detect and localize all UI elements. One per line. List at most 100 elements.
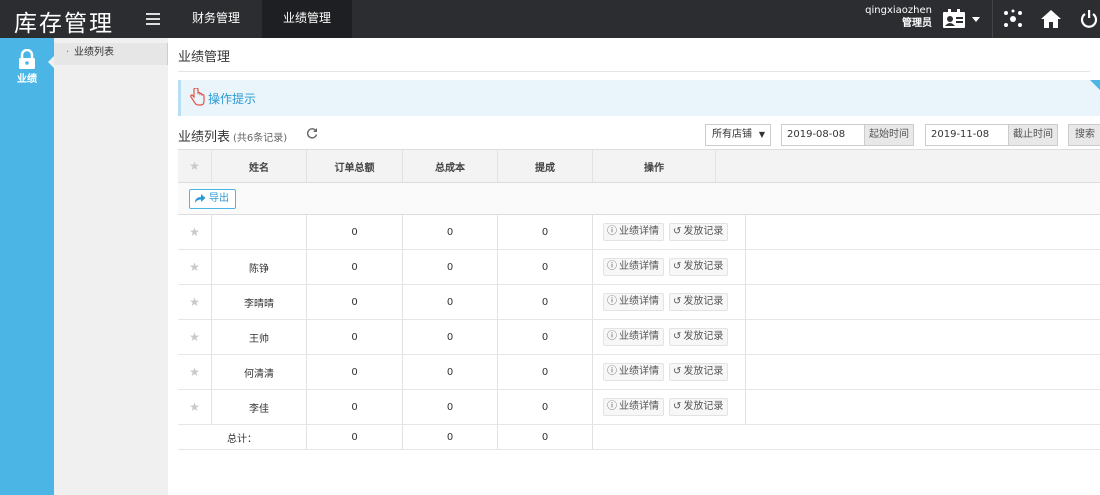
cell-orders: 0 xyxy=(307,250,403,284)
tab-finance[interactable]: 财务管理 xyxy=(172,0,260,38)
sidebar-item-label: 业绩 xyxy=(17,74,37,85)
subnav-item-performance-list[interactable]: · 业绩列表 xyxy=(54,43,168,65)
record-button[interactable]: ↺ 发放记录 xyxy=(669,328,729,346)
home-icon[interactable] xyxy=(1038,0,1064,38)
top-bar: 库存管理 财务管理 业绩管理 qingxiaozhen 管理员 xyxy=(0,0,1100,38)
star-icon[interactable]: ★ xyxy=(178,320,212,354)
sub-nav: · 业绩列表 xyxy=(54,38,168,495)
info-icon: ⓘ xyxy=(607,331,617,342)
info-icon: ⓘ xyxy=(607,226,617,237)
table-row: ★ 李晴晴 0 0 0 ⓘ 业绩详情 ↺ 发放记录 xyxy=(178,285,1100,320)
power-icon[interactable] xyxy=(1076,0,1100,38)
bullet-icon: · xyxy=(66,47,70,58)
detail-button[interactable]: ⓘ 业绩详情 xyxy=(603,363,664,381)
tip-title: 操作提示 xyxy=(208,92,257,106)
main-content: 业绩管理 操作提示 业绩列表 (共6条记录) 所有店铺 ▼ 2019-08-08 … xyxy=(168,38,1100,495)
subnav-item-label: 业绩列表 xyxy=(74,47,114,58)
search-button[interactable]: 搜索 xyxy=(1068,124,1100,146)
table-row: ★ 0 0 0 ⓘ 业绩详情 ↺ 发放记录 xyxy=(178,215,1100,250)
header-commission: 提成 xyxy=(498,150,593,182)
cell-actions: ⓘ 业绩详情 ↺ 发放记录 xyxy=(593,215,746,249)
star-icon[interactable]: ★ xyxy=(178,390,212,424)
record-button[interactable]: ↺ 发放记录 xyxy=(669,398,729,416)
record-button[interactable]: ↺ 发放记录 xyxy=(669,223,729,241)
end-date-input[interactable]: 2019-11-08 xyxy=(925,124,1009,146)
history-icon: ↺ xyxy=(673,226,682,237)
detail-button[interactable]: ⓘ 业绩详情 xyxy=(603,293,664,311)
start-date-label: 起始时间 xyxy=(864,124,914,146)
cell-name: 李晴晴 xyxy=(212,285,307,319)
history-icon: ↺ xyxy=(673,331,682,342)
menu-toggle-icon[interactable] xyxy=(146,13,160,25)
cell-name: 李佳 xyxy=(212,390,307,424)
user-name: qingxiaozhen xyxy=(865,5,932,16)
tip-panel[interactable]: 操作提示 xyxy=(178,80,1100,116)
info-icon: ⓘ xyxy=(607,296,617,307)
cell-commission: 0 xyxy=(498,355,593,389)
star-header-icon[interactable]: ★ xyxy=(178,150,212,182)
record-label: 发放记录 xyxy=(683,261,724,272)
history-icon: ↺ xyxy=(673,366,682,377)
cell-cost: 0 xyxy=(403,390,498,424)
cell-commission: 0 xyxy=(498,390,593,424)
sidebar-item-performance[interactable]: 业绩 xyxy=(0,38,54,86)
info-icon: ⓘ xyxy=(607,261,617,272)
table-row: ★ 王帅 0 0 0 ⓘ 业绩详情 ↺ 发放记录 xyxy=(178,320,1100,355)
network-icon[interactable] xyxy=(1000,0,1026,38)
total-cost: 0 xyxy=(403,425,498,449)
id-card-icon[interactable] xyxy=(940,0,968,38)
record-button[interactable]: ↺ 发放记录 xyxy=(669,293,729,311)
tab-performance[interactable]: 业绩管理 xyxy=(262,0,352,38)
sidebar: 业绩 xyxy=(0,38,54,495)
history-icon: ↺ xyxy=(673,401,682,412)
total-commission: 0 xyxy=(498,425,593,449)
header-actions: 操作 xyxy=(593,150,716,182)
star-icon[interactable]: ★ xyxy=(178,250,212,284)
record-label: 发放记录 xyxy=(683,366,724,377)
collapse-corner[interactable] xyxy=(1090,80,1100,90)
table-row: ★ 李佳 0 0 0 ⓘ 业绩详情 ↺ 发放记录 xyxy=(178,390,1100,425)
header-cost: 总成本 xyxy=(403,150,498,182)
divider xyxy=(178,71,1090,72)
detail-button[interactable]: ⓘ 业绩详情 xyxy=(603,398,664,416)
record-label: 发放记录 xyxy=(683,226,724,237)
star-icon[interactable]: ★ xyxy=(178,215,212,249)
export-label: 导出 xyxy=(209,193,229,204)
list-title-text: 业绩列表 xyxy=(178,130,231,145)
detail-label: 业绩详情 xyxy=(619,331,659,342)
header-orders: 订单总额 xyxy=(307,150,403,182)
store-select[interactable]: 所有店铺 ▼ xyxy=(705,124,771,146)
cell-name xyxy=(212,215,307,249)
detail-button[interactable]: ⓘ 业绩详情 xyxy=(603,328,664,346)
cell-name: 王帅 xyxy=(212,320,307,354)
cell-orders: 0 xyxy=(307,320,403,354)
info-icon: ⓘ xyxy=(607,401,617,412)
table-toolbar: 导出 xyxy=(178,183,1100,215)
history-icon: ↺ xyxy=(673,296,682,307)
cell-cost: 0 xyxy=(403,250,498,284)
store-select-value: 所有店铺 xyxy=(712,129,752,140)
star-icon[interactable]: ★ xyxy=(178,355,212,389)
history-icon: ↺ xyxy=(673,261,682,272)
star-icon[interactable]: ★ xyxy=(178,285,212,319)
detail-label: 业绩详情 xyxy=(619,226,659,237)
export-button[interactable]: 导出 xyxy=(189,189,236,209)
record-button[interactable]: ↺ 发放记录 xyxy=(669,258,729,276)
detail-button[interactable]: ⓘ 业绩详情 xyxy=(603,223,664,241)
record-count: (共6条记录) xyxy=(233,133,288,144)
detail-label: 业绩详情 xyxy=(619,296,659,307)
cell-orders: 0 xyxy=(307,390,403,424)
lock-icon xyxy=(19,49,35,69)
table-header: ★ 姓名 订单总额 总成本 提成 操作 xyxy=(178,149,1100,183)
detail-label: 业绩详情 xyxy=(619,261,659,272)
refresh-icon[interactable] xyxy=(306,127,318,139)
user-info[interactable]: qingxiaozhen 管理员 xyxy=(865,4,932,30)
detail-button[interactable]: ⓘ 业绩详情 xyxy=(603,258,664,276)
table-row: ★ 何清清 0 0 0 ⓘ 业绩详情 ↺ 发放记录 xyxy=(178,355,1100,390)
chevron-down-icon[interactable] xyxy=(970,0,982,38)
record-label: 发放记录 xyxy=(683,296,724,307)
total-label: 总计： xyxy=(178,425,307,449)
record-button[interactable]: ↺ 发放记录 xyxy=(669,363,729,381)
start-date-input[interactable]: 2019-08-08 xyxy=(781,124,865,146)
total-orders: 0 xyxy=(307,425,403,449)
